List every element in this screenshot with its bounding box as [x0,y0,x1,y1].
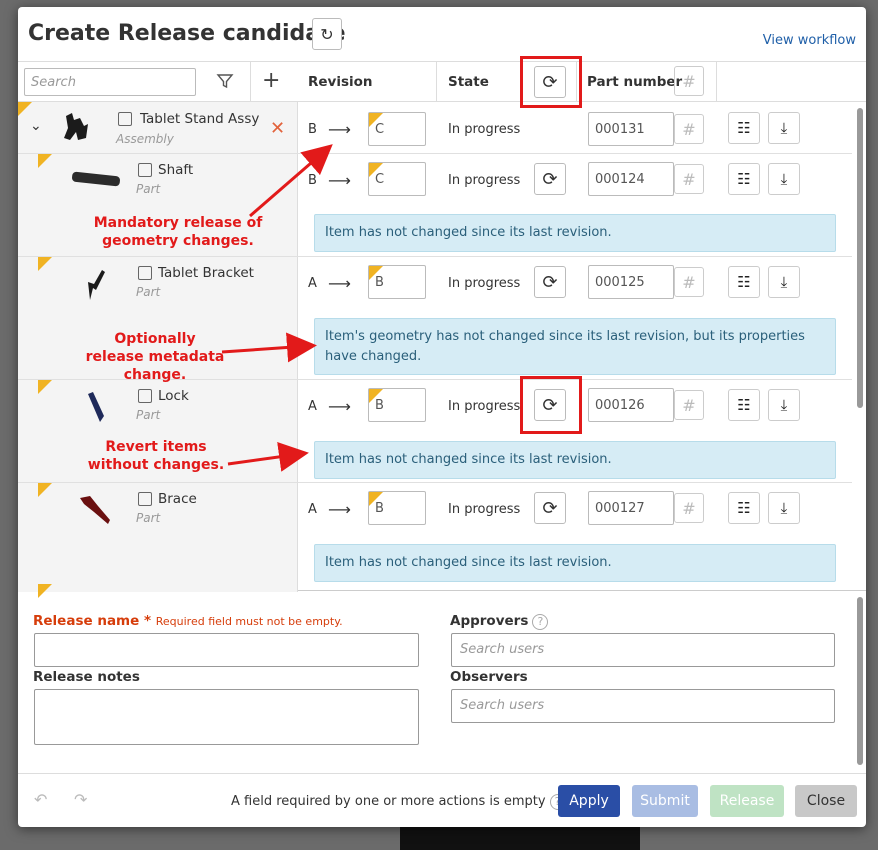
observers-label: Observers [450,669,528,685]
form-scrollbar[interactable] [857,597,863,765]
items-table: Search + Revision State ⟳ Part number # … [18,56,866,598]
help-icon[interactable]: ? [532,614,549,630]
create-release-dialog: Create Release candidate ↻ View workflow… [18,7,866,827]
approvers-label-text: Approvers [450,613,529,629]
release-notes-textarea[interactable] [34,689,419,745]
annotation-arrows [221,144,333,472]
release-button[interactable]: Release [710,785,784,817]
approvers-label: Approvers? [450,613,549,630]
footer-message-text: A field required by one or more actions … [231,794,546,809]
refresh-button[interactable]: ↻ [312,18,342,50]
redo-icon[interactable]: ↷ [74,790,87,809]
view-workflow-link[interactable]: View workflow [763,33,856,48]
close-button[interactable]: Close [795,785,857,817]
dialog-footer: ↶ ↷ A field required by one or more acti… [18,773,866,827]
apply-button[interactable]: Apply [558,785,620,817]
observers-input[interactable]: Search users [451,689,835,723]
release-name-label: Release name * Required field must not b… [33,613,343,629]
release-form: Release name * Required field must not b… [18,593,866,773]
required-note: Required field must not be empty. [155,615,343,628]
release-name-label-text: Release name * [33,613,152,629]
approvers-input[interactable]: Search users [451,633,835,667]
refresh-icon: ↻ [320,24,334,44]
release-notes-label: Release notes [33,669,140,685]
table-scrollbar[interactable] [857,108,863,408]
undo-icon[interactable]: ↶ [34,790,47,809]
dialog-title: Create Release candidate [28,21,346,46]
footer-message: A field required by one or more actions … [231,794,566,810]
submit-button[interactable]: Submit [632,785,698,817]
release-name-input[interactable] [34,633,419,667]
